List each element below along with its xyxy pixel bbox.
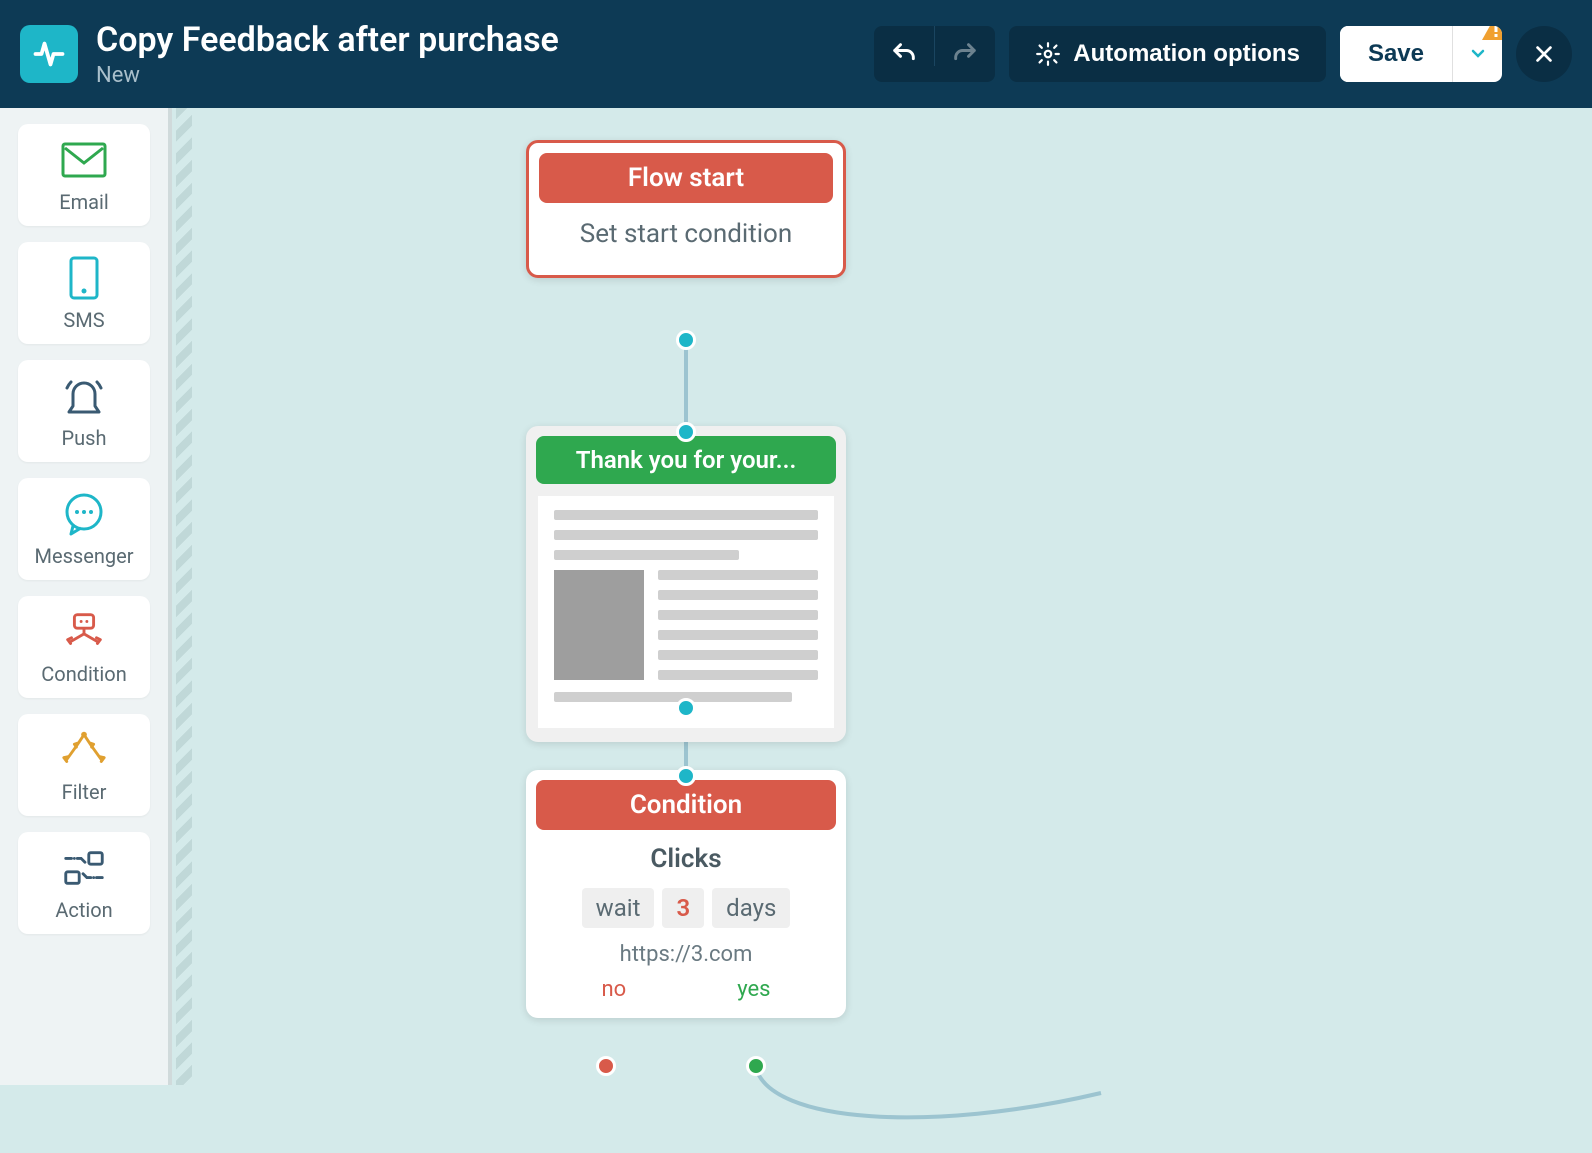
sms-icon <box>60 256 108 300</box>
close-icon <box>1533 43 1555 65</box>
wait-value: 3 <box>662 888 704 928</box>
palette-label: Email <box>59 190 109 214</box>
palette-label: Messenger <box>35 544 134 568</box>
port-no[interactable] <box>596 1056 616 1076</box>
messenger-icon <box>60 492 108 536</box>
condition-metric: Clicks <box>546 844 826 874</box>
node-condition[interactable]: Condition Clicks wait 3 days https://3.c… <box>526 770 846 1018</box>
app-header: Copy Feedback after purchase New Automat… <box>0 0 1592 108</box>
header-actions: Automation options Save <box>874 26 1572 82</box>
automation-options-button[interactable]: Automation options <box>1009 26 1326 82</box>
port-yes[interactable] <box>746 1056 766 1076</box>
port-out[interactable] <box>676 698 696 718</box>
wait-prefix: wait <box>582 888 655 928</box>
palette-sidebar: Email SMS Push Messenger Condition Filte… <box>0 108 172 1085</box>
palette-label: Push <box>62 426 107 450</box>
palette-label: Filter <box>62 780 107 804</box>
port-out[interactable] <box>676 330 696 350</box>
redo-button[interactable] <box>935 26 995 82</box>
branch-yes-label: yes <box>737 977 770 1002</box>
port-in[interactable] <box>676 422 696 442</box>
palette-label: Action <box>55 898 112 922</box>
gear-icon <box>1035 41 1061 67</box>
automation-status: New <box>96 63 856 88</box>
email-preview <box>538 496 834 728</box>
history-group <box>874 26 995 82</box>
palette-label: SMS <box>63 308 104 332</box>
node-flow-start[interactable]: Flow start Set start condition <box>526 140 846 278</box>
save-group: Save <box>1340 26 1502 82</box>
palette-push[interactable]: Push <box>18 360 150 462</box>
branch-no-label: no <box>602 977 627 1002</box>
node-header: Flow start <box>539 153 833 203</box>
action-icon <box>60 846 108 890</box>
wait-suffix: days <box>712 888 790 928</box>
palette-email[interactable]: Email <box>18 124 150 226</box>
connector <box>731 1063 1111 1153</box>
condition-icon <box>60 610 108 654</box>
options-label: Automation options <box>1073 40 1300 68</box>
node-header: Condition <box>536 780 836 830</box>
close-button[interactable] <box>1516 26 1572 82</box>
palette-condition[interactable]: Condition <box>18 596 150 698</box>
node-email[interactable]: Thank you for your... <box>526 426 846 742</box>
undo-icon <box>890 40 918 68</box>
palette-label: Condition <box>41 662 126 686</box>
port-in[interactable] <box>676 766 696 786</box>
node-header: Thank you for your... <box>536 436 836 484</box>
palette-sms[interactable]: SMS <box>18 242 150 344</box>
node-body: Set start condition <box>529 203 843 275</box>
title-block: Copy Feedback after purchase New <box>96 20 856 88</box>
condition-url: https://3.com <box>546 942 826 967</box>
filter-icon <box>60 728 108 772</box>
branch-row: no yes <box>546 977 826 1002</box>
automation-title: Copy Feedback after purchase <box>96 20 856 61</box>
pulse-icon <box>31 36 67 72</box>
palette-filter[interactable]: Filter <box>18 714 150 816</box>
flow-canvas[interactable]: Flow start Set start condition Thank you… <box>176 108 1592 1085</box>
email-icon <box>60 138 108 182</box>
palette-messenger[interactable]: Messenger <box>18 478 150 580</box>
redo-icon <box>951 40 979 68</box>
wait-row: wait 3 days <box>546 888 826 928</box>
palette-action[interactable]: Action <box>18 832 150 934</box>
warning-icon <box>1480 26 1502 44</box>
undo-button[interactable] <box>874 26 934 82</box>
chevron-down-icon <box>1471 49 1485 59</box>
save-button[interactable]: Save <box>1340 26 1452 82</box>
app-logo <box>20 25 78 83</box>
node-body: Clicks wait 3 days https://3.com no yes <box>526 830 846 1018</box>
push-icon <box>60 374 108 418</box>
connector <box>676 338 696 434</box>
